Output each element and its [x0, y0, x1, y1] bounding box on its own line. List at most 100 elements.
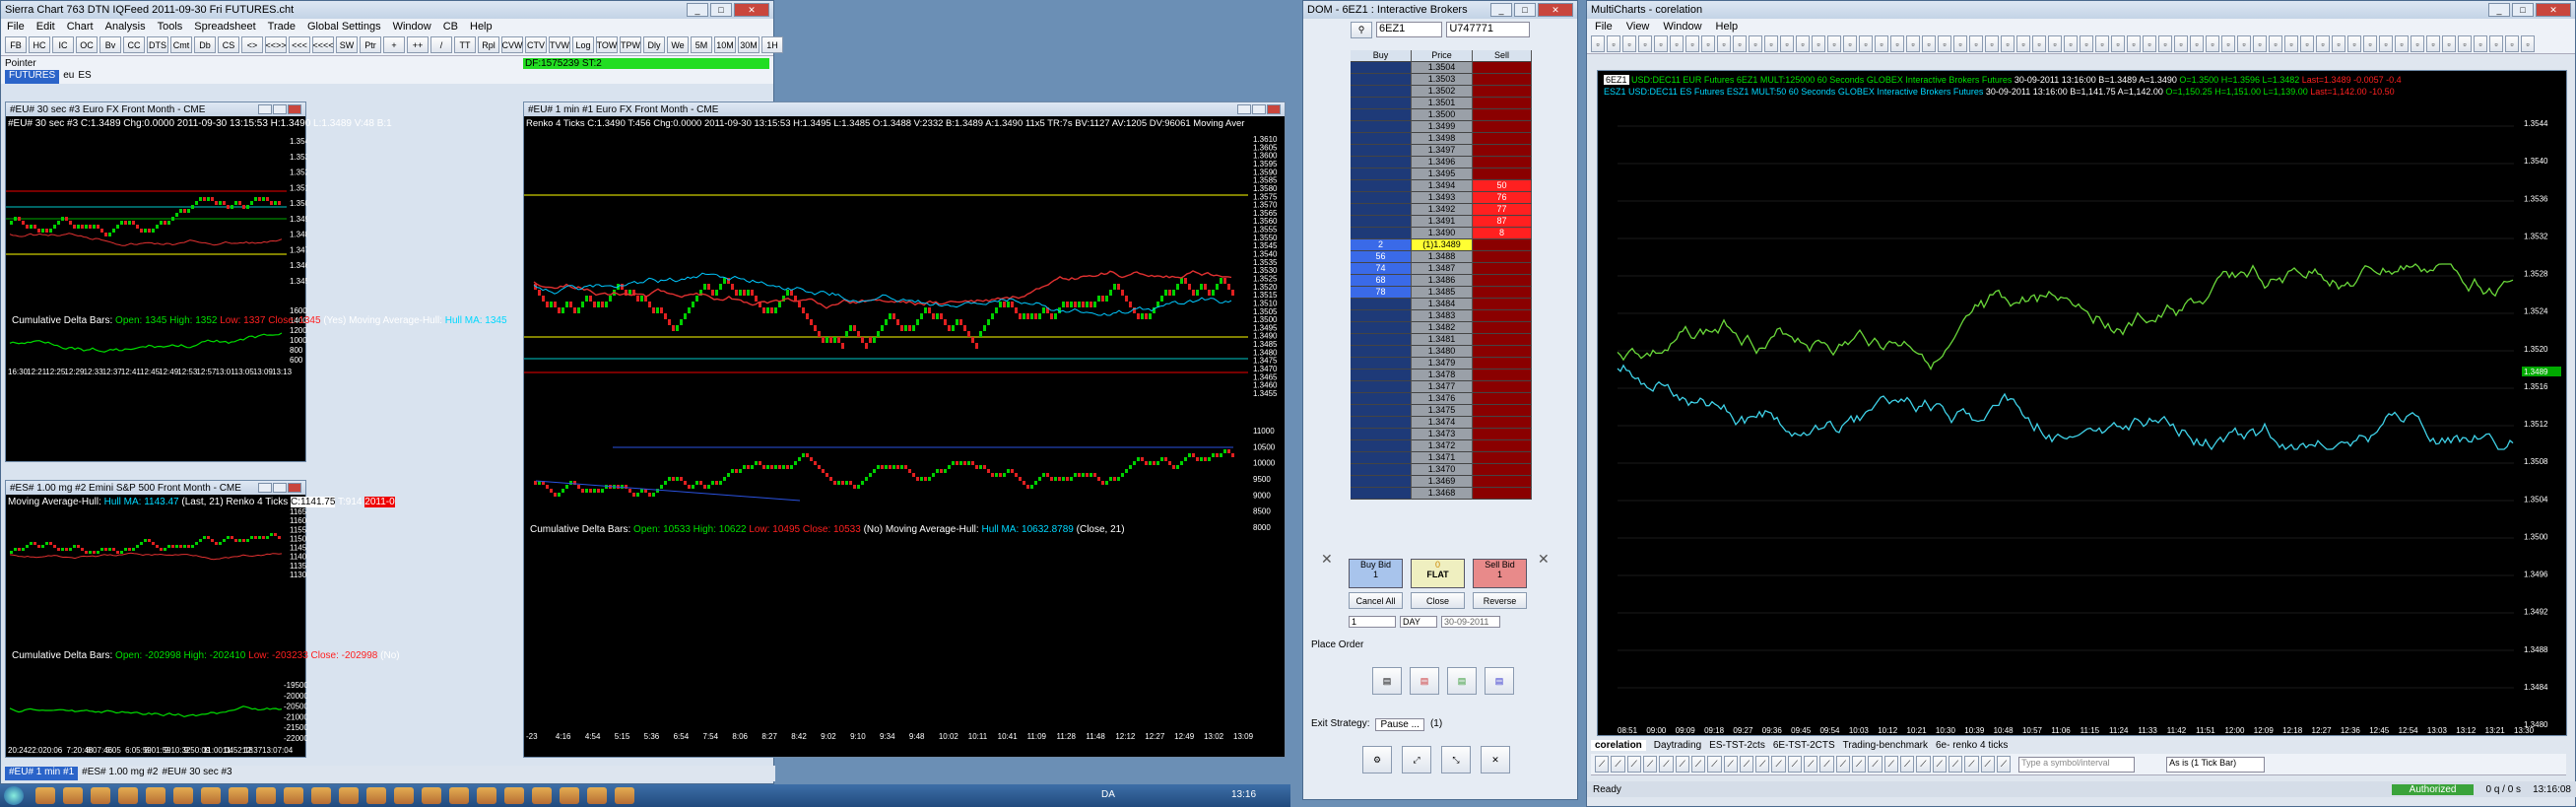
toolbar-icon[interactable]: ▫ — [2111, 35, 2125, 52]
taskbar-app-icon[interactable] — [587, 787, 607, 804]
dom-sell-cell[interactable] — [1473, 440, 1532, 452]
toolbar-icon[interactable]: ▫ — [1953, 35, 1967, 52]
close-button[interactable]: ✕ — [734, 3, 769, 17]
buy-stop-icon[interactable]: ▤ — [1447, 667, 1477, 695]
toolbar-icon[interactable]: ▫ — [1670, 35, 1684, 52]
menu-item[interactable]: CB — [443, 21, 458, 33]
toolbar-icon[interactable]: ▫ — [2221, 35, 2235, 52]
maximize-button[interactable]: □ — [2512, 3, 2534, 17]
drawing-tool-icon[interactable]: ⟋ — [1771, 756, 1786, 773]
dom-price-row[interactable]: 1.3472 — [1351, 440, 1532, 452]
taskbar-app-icon[interactable] — [532, 787, 552, 804]
close-button[interactable] — [288, 104, 301, 114]
toolbar-icon[interactable]: ▫ — [1591, 35, 1605, 52]
dom-sell-cell[interactable]: 76 — [1473, 192, 1532, 204]
toolbar-icon[interactable]: ▫ — [2395, 35, 2409, 52]
drawing-tool-icon[interactable]: ⟋ — [1932, 756, 1947, 773]
menu-item[interactable]: Global Settings — [307, 21, 381, 33]
drawing-tool-icon[interactable]: ⟋ — [1787, 756, 1803, 773]
taskbar-app-icon[interactable] — [118, 787, 138, 804]
dom-buy-cell[interactable] — [1351, 204, 1412, 216]
dom-price-row[interactable]: 1.3471 — [1351, 452, 1532, 464]
dom-price-row[interactable]: 1.3490 8 — [1351, 228, 1532, 239]
toolbar-icon[interactable]: ▫ — [1780, 35, 1794, 52]
interval-select[interactable]: As is (1 Tick Bar) — [2166, 756, 2266, 773]
dom-price-row[interactable]: 1.3468 — [1351, 488, 1532, 500]
dom-sell-cell[interactable] — [1473, 251, 1532, 263]
dom-sell-cell[interactable] — [1473, 299, 1532, 310]
dom-sell-cell[interactable] — [1473, 168, 1532, 180]
taskbar-app-icon[interactable] — [339, 787, 359, 804]
taskbar-app-icon[interactable] — [201, 787, 221, 804]
taskbar-app-icon[interactable] — [394, 787, 414, 804]
toolbar-button[interactable]: Cmt — [170, 36, 192, 53]
account-select[interactable]: U747771 — [1446, 22, 1530, 37]
toolbar-icon[interactable]: ▫ — [2064, 35, 2078, 52]
dom-price-row[interactable]: 1.3469 — [1351, 476, 1532, 488]
dom-sell-cell[interactable] — [1473, 62, 1532, 74]
toolbar-button[interactable]: OC — [76, 36, 98, 53]
toolbar-button[interactable]: + — [383, 36, 405, 53]
toolbar-icon[interactable]: ▫ — [1875, 35, 1888, 52]
taskbar-app-icon[interactable] — [63, 787, 83, 804]
taskbar-app-icon[interactable] — [615, 787, 634, 804]
menu-item[interactable]: Help — [470, 21, 493, 33]
dom-buy-cell[interactable] — [1351, 476, 1412, 488]
breakeven-icon[interactable]: ⤢ — [1402, 746, 1431, 773]
workspace-tab[interactable]: corelation — [1591, 739, 1646, 751]
toolbar-button[interactable]: Dly — [643, 36, 665, 53]
toolbar-icon[interactable]: ▫ — [2253, 35, 2267, 52]
maximize-button[interactable]: □ — [1514, 3, 1536, 17]
minimize-button[interactable]: _ — [687, 3, 708, 17]
dom-buy-cell[interactable] — [1351, 358, 1412, 370]
taskbar-app-icon[interactable] — [504, 787, 524, 804]
drawing-tool-icon[interactable]: ⟋ — [1675, 756, 1689, 773]
dom-buy-cell[interactable] — [1351, 299, 1412, 310]
dom-sell-cell[interactable] — [1473, 346, 1532, 358]
sell-limit-icon[interactable]: ▤ — [1410, 667, 1439, 695]
drawing-tool-icon[interactable]: ⟋ — [1948, 756, 1963, 773]
dom-buy-cell[interactable] — [1351, 452, 1412, 464]
drawing-tool-icon[interactable]: ⟋ — [1852, 756, 1867, 773]
workspace-tab[interactable]: Trading-benchmark — [1843, 740, 1928, 751]
dom-sell-cell[interactable] — [1473, 133, 1532, 145]
dom-price-row[interactable]: 1.3493 76 — [1351, 192, 1532, 204]
date-field[interactable]: 30-09-2011 — [1441, 616, 1500, 628]
buy-bid-button[interactable]: Buy Bid 1 — [1349, 559, 1403, 588]
dom-sell-cell[interactable] — [1473, 157, 1532, 168]
cancel-all-button[interactable]: Cancel All — [1349, 592, 1403, 609]
dom-buy-cell[interactable] — [1351, 228, 1412, 239]
toolbar-icon[interactable]: ▫ — [1969, 35, 1983, 52]
workspace-tab[interactable]: ES-TST-2cts — [1709, 740, 1765, 751]
dom-price-row[interactable]: 1.3483 — [1351, 310, 1532, 322]
dom-price-row[interactable]: 1.3491 87 — [1351, 216, 1532, 228]
taskbar-app-icon[interactable] — [311, 787, 331, 804]
minimize-button[interactable] — [258, 104, 272, 114]
menu-item[interactable]: Window — [1663, 21, 1701, 33]
toolbar-button[interactable]: TPW — [620, 36, 641, 53]
dom-sell-cell[interactable]: 8 — [1473, 228, 1532, 239]
taskbar-app-icon[interactable] — [256, 787, 276, 804]
toolbar-icon[interactable]: ▫ — [2032, 35, 2046, 52]
toolbar-button[interactable]: <> — [241, 36, 263, 53]
dom-buy-cell[interactable] — [1351, 98, 1412, 109]
close-button[interactable] — [1267, 104, 1281, 114]
tif-select[interactable]: DAY — [1400, 616, 1437, 628]
dom-price-row[interactable]: 1.3498 — [1351, 133, 1532, 145]
dom-sell-cell[interactable] — [1473, 334, 1532, 346]
toolbar-icon[interactable]: ▫ — [1796, 35, 1810, 52]
toolbar-button[interactable]: Ptr — [360, 36, 381, 53]
dom-sell-cell[interactable] — [1473, 393, 1532, 405]
menu-item[interactable]: Trade — [268, 21, 296, 33]
dom-buy-cell[interactable]: 2 — [1351, 239, 1412, 251]
dom-price-row[interactable]: 1.3475 — [1351, 405, 1532, 417]
dom-price-row[interactable]: 1.3495 — [1351, 168, 1532, 180]
toolbar-icon[interactable]: ▫ — [2300, 35, 2314, 52]
chart-eu-30sec[interactable]: #EU# 30 sec #3 Euro FX Front Month - CME… — [5, 101, 507, 462]
tab-chart-1[interactable]: #EU# 1 min #1 — [5, 767, 79, 780]
close-button[interactable]: ✕ — [1538, 3, 1573, 17]
toolbar-icon[interactable]: ▫ — [1890, 35, 1904, 52]
toolbar-icon[interactable]: ▫ — [1985, 35, 1999, 52]
dom-price-row[interactable]: 1.3504 — [1351, 62, 1532, 74]
taskbar-app-icon[interactable] — [477, 787, 496, 804]
